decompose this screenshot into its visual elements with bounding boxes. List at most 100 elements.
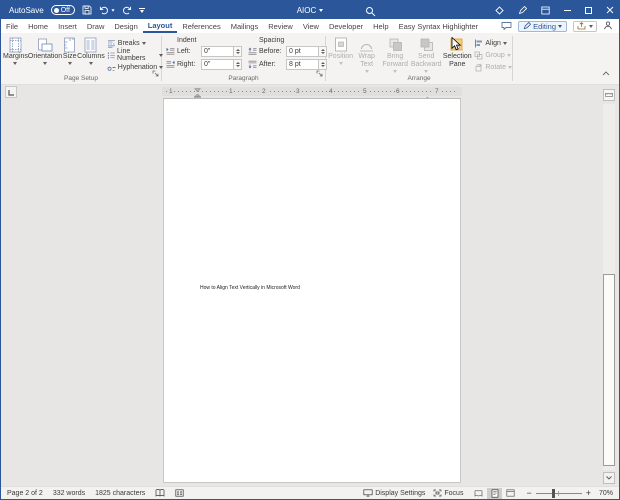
zoom-percentage[interactable]: 70% — [599, 490, 613, 497]
indent-right-spinner[interactable] — [233, 60, 241, 69]
autosave-toggle[interactable]: Off — [51, 5, 75, 15]
send-backward-label: Send Backward — [410, 53, 442, 69]
breaks-button[interactable]: Breaks — [107, 38, 163, 48]
collapse-ribbon-button[interactable] — [602, 63, 610, 81]
ruler-number: 4 — [328, 88, 334, 95]
title-dropdown-icon — [319, 9, 323, 12]
spacing-before-field[interactable]: 0 pt — [286, 46, 327, 57]
page-setup-dialog-launcher[interactable] — [152, 64, 159, 82]
save-button[interactable] — [82, 5, 92, 15]
document-title: AIOC — [297, 6, 317, 15]
paragraph-dialog-launcher[interactable] — [316, 64, 323, 82]
maximize-button[interactable] — [585, 7, 592, 14]
tab-review[interactable]: Review — [263, 19, 298, 33]
tab-design[interactable]: Design — [109, 19, 142, 33]
indent-left-field[interactable]: 0" — [201, 46, 242, 57]
margins-button[interactable]: Margins — [3, 35, 28, 65]
proofing-button[interactable] — [155, 489, 165, 497]
undo-icon — [99, 6, 109, 15]
undo-button[interactable] — [99, 6, 115, 15]
display-settings-button[interactable]: Display Settings — [363, 489, 425, 497]
tab-help[interactable]: Help — [368, 19, 393, 33]
tab-easy-syntax-highlighter[interactable]: Easy Syntax Highlighter — [394, 19, 484, 33]
indent-left-spinner[interactable] — [233, 47, 241, 56]
wrap-text-button[interactable]: Wrap Text — [353, 35, 380, 73]
tab-home[interactable]: Home — [23, 19, 53, 33]
tab-mailings[interactable]: Mailings — [226, 19, 264, 33]
zoom-slider-thumb[interactable] — [552, 489, 555, 498]
position-button[interactable]: Position — [328, 35, 353, 65]
rotate-caret-icon — [508, 66, 512, 69]
zoom-slider-track[interactable] — [536, 489, 582, 498]
character-count[interactable]: 1825 characters — [95, 490, 145, 497]
margins-label: Margins — [3, 53, 28, 61]
share-button[interactable] — [573, 21, 597, 32]
tab-insert[interactable]: Insert — [53, 19, 82, 33]
minimize-button[interactable] — [564, 10, 571, 11]
focus-button[interactable]: Focus — [433, 489, 463, 497]
word-count[interactable]: 332 words — [53, 490, 85, 497]
tab-view[interactable]: View — [298, 19, 324, 33]
web-layout-button[interactable] — [503, 488, 518, 499]
align-button[interactable]: Align — [474, 38, 512, 48]
columns-caret-icon — [89, 62, 93, 65]
group-button[interactable]: Group — [474, 50, 512, 60]
columns-button[interactable]: Columns — [77, 35, 105, 65]
orientation-caret-icon — [43, 62, 47, 65]
tab-stop-selector[interactable] — [5, 86, 17, 98]
ruler-number: 1 — [168, 88, 174, 95]
read-mode-button[interactable] — [471, 488, 486, 499]
rotate-button[interactable]: Rotate — [474, 62, 512, 72]
print-layout-button[interactable] — [487, 488, 502, 499]
close-button[interactable] — [606, 6, 614, 14]
zoom-control: − + — [526, 489, 591, 498]
scroll-down-button[interactable] — [603, 472, 615, 484]
document-page[interactable]: How to Align Text Vertically in Microsof… — [163, 98, 461, 483]
mouse-cursor — [451, 37, 461, 56]
document-body-text[interactable]: How to Align Text Vertically in Microsof… — [200, 285, 300, 291]
tab-developer[interactable]: Developer — [324, 19, 368, 33]
copilot-button[interactable] — [495, 6, 504, 15]
tab-references[interactable]: References — [177, 19, 225, 33]
redo-button[interactable] — [122, 6, 132, 15]
document-canvas[interactable]: How to Align Text Vertically in Microsof… — [1, 98, 619, 486]
scrollbar-thumb[interactable] — [603, 274, 615, 466]
document-area: 1 1 2 3 4 5 6 7 How to Align Text Vertic… — [1, 85, 619, 486]
share-icon — [577, 22, 586, 30]
proofing-book-icon — [155, 489, 165, 497]
tab-file[interactable]: File — [1, 19, 23, 33]
tab-layout[interactable]: Layout — [143, 19, 178, 33]
spin-down-icon — [236, 52, 240, 54]
ruler-row: 1 1 2 3 4 5 6 7 — [1, 85, 619, 98]
presence-button[interactable] — [603, 21, 613, 32]
position-label: Position — [328, 53, 353, 61]
group-divider — [512, 36, 513, 81]
spacing-before-spinner[interactable] — [318, 47, 326, 56]
print-layout-icon — [491, 489, 499, 498]
indent-right-value: 0" — [202, 60, 233, 69]
ribbon-tab-row: File Home Insert Draw Design Layout Refe… — [1, 19, 619, 33]
orientation-button[interactable]: Orientation — [28, 35, 62, 65]
save-icon — [82, 5, 92, 15]
comments-button[interactable] — [501, 21, 512, 32]
pen-button[interactable] — [518, 6, 527, 15]
size-button[interactable]: Size — [62, 35, 77, 65]
comment-icon — [501, 21, 512, 30]
line-numbers-button[interactable]: Line Numbers — [107, 50, 163, 60]
tab-draw[interactable]: Draw — [82, 19, 110, 33]
ruler-toggle-button[interactable] — [603, 89, 615, 101]
zoom-in-button[interactable]: + — [586, 489, 591, 498]
customize-qat-button[interactable] — [139, 8, 145, 13]
chevron-up-icon — [602, 71, 610, 76]
editing-mode-button[interactable]: Editing — [518, 21, 567, 32]
indent-right-field[interactable]: 0" — [201, 59, 242, 70]
spacing-before-label: Before: — [259, 48, 284, 55]
macro-recording-button[interactable] — [175, 489, 184, 497]
page-indicator[interactable]: Page 2 of 2 — [7, 490, 43, 497]
ribbon-options-button[interactable] — [541, 6, 550, 15]
focus-label: Focus — [444, 490, 463, 497]
breaks-label: Breaks — [118, 40, 140, 47]
bring-forward-button[interactable]: Bring Forward — [380, 35, 410, 73]
send-backward-button[interactable]: Send Backward — [410, 35, 442, 73]
zoom-out-button[interactable]: − — [526, 489, 531, 498]
